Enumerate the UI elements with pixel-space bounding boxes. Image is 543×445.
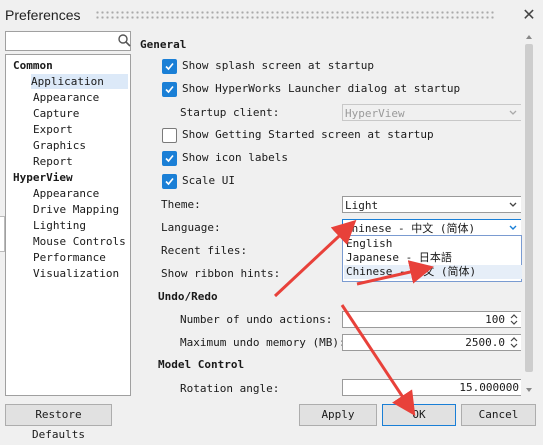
icon-labels-checkbox[interactable] — [162, 151, 177, 166]
tree-item-report[interactable]: Report — [33, 154, 73, 169]
search-input[interactable] — [5, 31, 131, 51]
language-value: Chinese - 中文 (简体) — [345, 222, 476, 235]
theme-value: Light — [345, 199, 379, 212]
tree-item-mouse-controls[interactable]: Mouse Controls — [33, 234, 126, 249]
undo-memory-label: Maximum undo memory (MB): — [180, 336, 346, 349]
preferences-tree[interactable]: Common Application Appearance Capture Ex… — [5, 54, 131, 396]
settings-panel: General Show splash screen at startup Sh… — [137, 30, 521, 398]
undo-actions-value: 100 — [485, 313, 505, 326]
tree-item-lighting[interactable]: Lighting — [33, 218, 86, 233]
icon-labels-label: Show icon labels — [182, 151, 288, 164]
tree-item-performance[interactable]: Performance — [33, 250, 106, 265]
undo-memory-spinbox[interactable]: 2500.0 — [342, 334, 521, 351]
close-button[interactable]: ✕ — [521, 6, 537, 24]
undo-actions-spinbox[interactable]: 100 — [342, 311, 521, 328]
ok-button[interactable]: OK — [382, 404, 456, 426]
check-icon — [165, 177, 174, 186]
undo-memory-value: 2500.0 — [465, 336, 505, 349]
section-undo-heading: Undo/Redo — [158, 290, 218, 303]
startup-client-label: Startup client: — [180, 106, 280, 119]
check-icon — [165, 85, 174, 94]
language-option-japanese[interactable]: Japanese - 日本語 — [344, 251, 522, 265]
tree-group-common[interactable]: Common — [13, 58, 53, 73]
undo-actions-label: Number of undo actions: — [180, 313, 333, 326]
tree-item-capture[interactable]: Capture — [33, 106, 79, 121]
section-general-heading: General — [140, 38, 187, 51]
tree-item-application[interactable]: Application — [31, 74, 128, 89]
getting-started-label: Show Getting Started screen at startup — [182, 128, 434, 141]
apply-button[interactable]: Apply — [299, 404, 377, 426]
title-grip[interactable] — [95, 10, 495, 20]
scale-ui-checkbox[interactable] — [162, 174, 177, 189]
tree-item-hv-appearance[interactable]: Appearance — [33, 186, 99, 201]
language-dropdown-list[interactable]: English Japanese - 日本語 Chinese - 中文 (简体) — [342, 235, 522, 282]
scroll-down-icon[interactable] — [525, 386, 533, 394]
window-title: Preferences — [5, 7, 81, 23]
chevron-down-icon — [509, 225, 517, 230]
chevron-down-icon — [509, 202, 517, 207]
settings-scrollbar[interactable] — [522, 30, 536, 398]
scale-ui-label: Scale UI — [182, 174, 235, 187]
tree-item-graphics[interactable]: Graphics — [33, 138, 86, 153]
tree-item-visualization[interactable]: Visualization — [33, 266, 119, 281]
section-model-control-heading: Model Control — [158, 358, 245, 371]
language-option-chinese[interactable]: Chinese - 中文 (简体) — [344, 265, 522, 279]
launcher-checkbox[interactable] — [162, 82, 177, 97]
startup-client-select: HyperView — [342, 104, 521, 121]
check-icon — [165, 154, 174, 163]
rotation-angle-value: 15.000000 — [459, 381, 519, 394]
tree-item-export[interactable]: Export — [33, 122, 73, 137]
theme-select[interactable]: Light — [342, 196, 521, 213]
theme-label: Theme: — [161, 198, 201, 211]
tree-item-appearance[interactable]: Appearance — [33, 90, 99, 105]
cancel-button[interactable]: Cancel — [461, 404, 536, 426]
rotation-angle-input[interactable]: 15.000000 — [342, 379, 521, 396]
ribbon-hints-label: Show ribbon hints: — [161, 267, 281, 280]
spin-arrows-icon[interactable] — [509, 336, 519, 349]
panel-splitter-handle[interactable] — [0, 216, 5, 252]
search-icon[interactable] — [117, 33, 131, 47]
scrollbar-thumb[interactable] — [525, 44, 533, 372]
language-select[interactable]: Chinese - 中文 (简体) — [342, 219, 521, 236]
splash-label: Show splash screen at startup — [182, 59, 375, 72]
language-label: Language: — [161, 221, 221, 234]
startup-client-value: HyperView — [345, 107, 405, 120]
language-option-english[interactable]: English — [344, 237, 522, 251]
tree-group-hyperview[interactable]: HyperView — [13, 170, 73, 185]
getting-started-checkbox[interactable] — [162, 128, 177, 143]
rotation-angle-label: Rotation angle: — [180, 382, 280, 395]
check-icon — [165, 62, 174, 71]
recent-files-label: Recent files: — [161, 244, 248, 257]
launcher-label: Show HyperWorks Launcher dialog at start… — [182, 82, 461, 95]
scroll-up-icon[interactable] — [525, 33, 533, 41]
chevron-down-icon — [509, 110, 517, 115]
splash-checkbox[interactable] — [162, 59, 177, 74]
restore-defaults-button[interactable]: Restore Defaults — [5, 404, 112, 441]
tree-item-drive-mapping[interactable]: Drive Mapping — [33, 202, 119, 217]
spin-arrows-icon[interactable] — [509, 313, 519, 326]
